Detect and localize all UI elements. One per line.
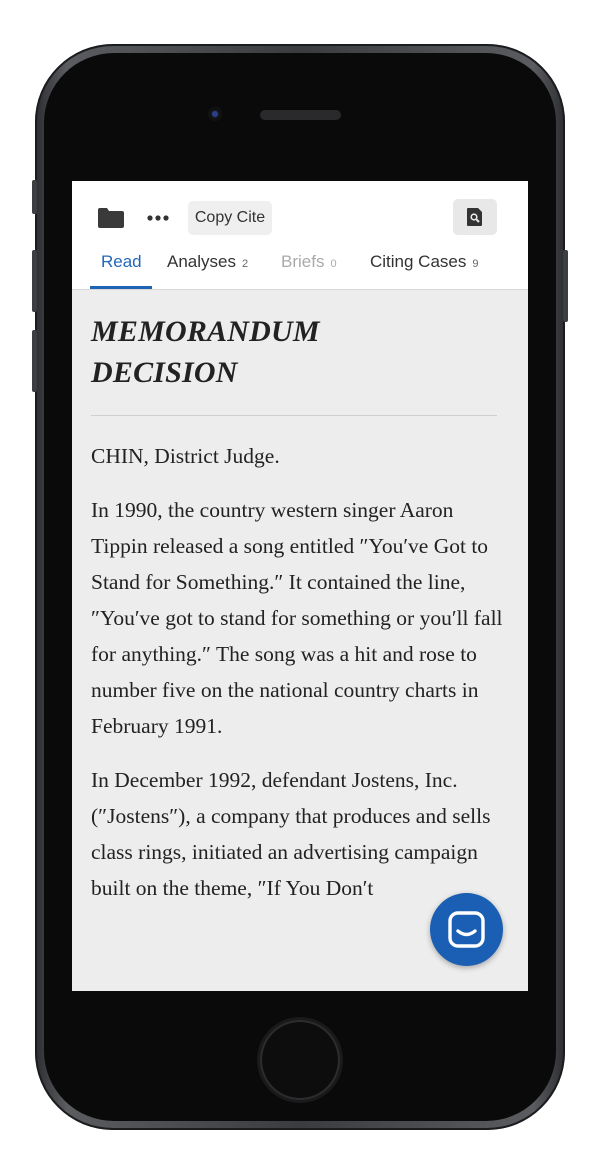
phone-power-button	[563, 250, 568, 322]
heading-divider	[91, 415, 497, 416]
phone-volume-down	[32, 330, 37, 392]
paragraph: In December 1992, defendant Jostens, Inc…	[91, 768, 491, 900]
judge-line: CHIN, District Judge.	[91, 444, 280, 468]
folder-icon[interactable]	[98, 208, 124, 228]
document-body: MEMORANDUM DECISION CHIN, District Judge…	[91, 311, 511, 906]
heading-line: DECISION	[91, 356, 238, 389]
chat-button[interactable]	[430, 893, 503, 966]
tab-analyses[interactable]: Analyses 2	[167, 249, 248, 289]
more-icon[interactable]	[147, 215, 169, 221]
copy-cite-button[interactable]: Copy Cite	[188, 201, 272, 235]
active-tab-indicator	[90, 286, 152, 289]
home-button[interactable]	[260, 1020, 340, 1100]
tab-count: 0	[330, 258, 337, 270]
front-camera	[208, 107, 222, 121]
tab-bar: Read Analyses 2 Briefs 0 Citing Cases 9	[72, 249, 528, 289]
tab-label: Citing Cases	[370, 252, 467, 271]
heading-line: MEMORANDUM	[91, 315, 320, 348]
tab-label: Briefs	[281, 252, 325, 271]
tab-label: Analyses	[167, 252, 236, 271]
tab-count: 9	[472, 258, 479, 270]
tab-count: 2	[241, 258, 249, 270]
app-screen: Copy Cite Read Analyses 2 Briefs 0 Citing …	[72, 181, 528, 991]
paragraph: In 1990, the country western singer Aaro…	[91, 498, 503, 738]
tab-label: Read	[101, 252, 142, 271]
phone-volume-up	[32, 250, 37, 312]
tab-read[interactable]: Read	[101, 249, 142, 289]
document-heading: MEMORANDUM DECISION	[91, 311, 511, 393]
phone-mute-switch	[32, 180, 37, 214]
tab-citing-cases[interactable]: Citing Cases 9	[370, 249, 479, 289]
search-document-button[interactable]	[453, 199, 497, 235]
earpiece-speaker	[260, 110, 341, 120]
tab-briefs[interactable]: Briefs 0	[281, 249, 337, 289]
top-toolbar: Copy Cite Read Analyses 2 Briefs 0 Citing …	[72, 181, 528, 290]
chat-icon	[448, 911, 485, 948]
search-document-icon	[467, 208, 482, 226]
